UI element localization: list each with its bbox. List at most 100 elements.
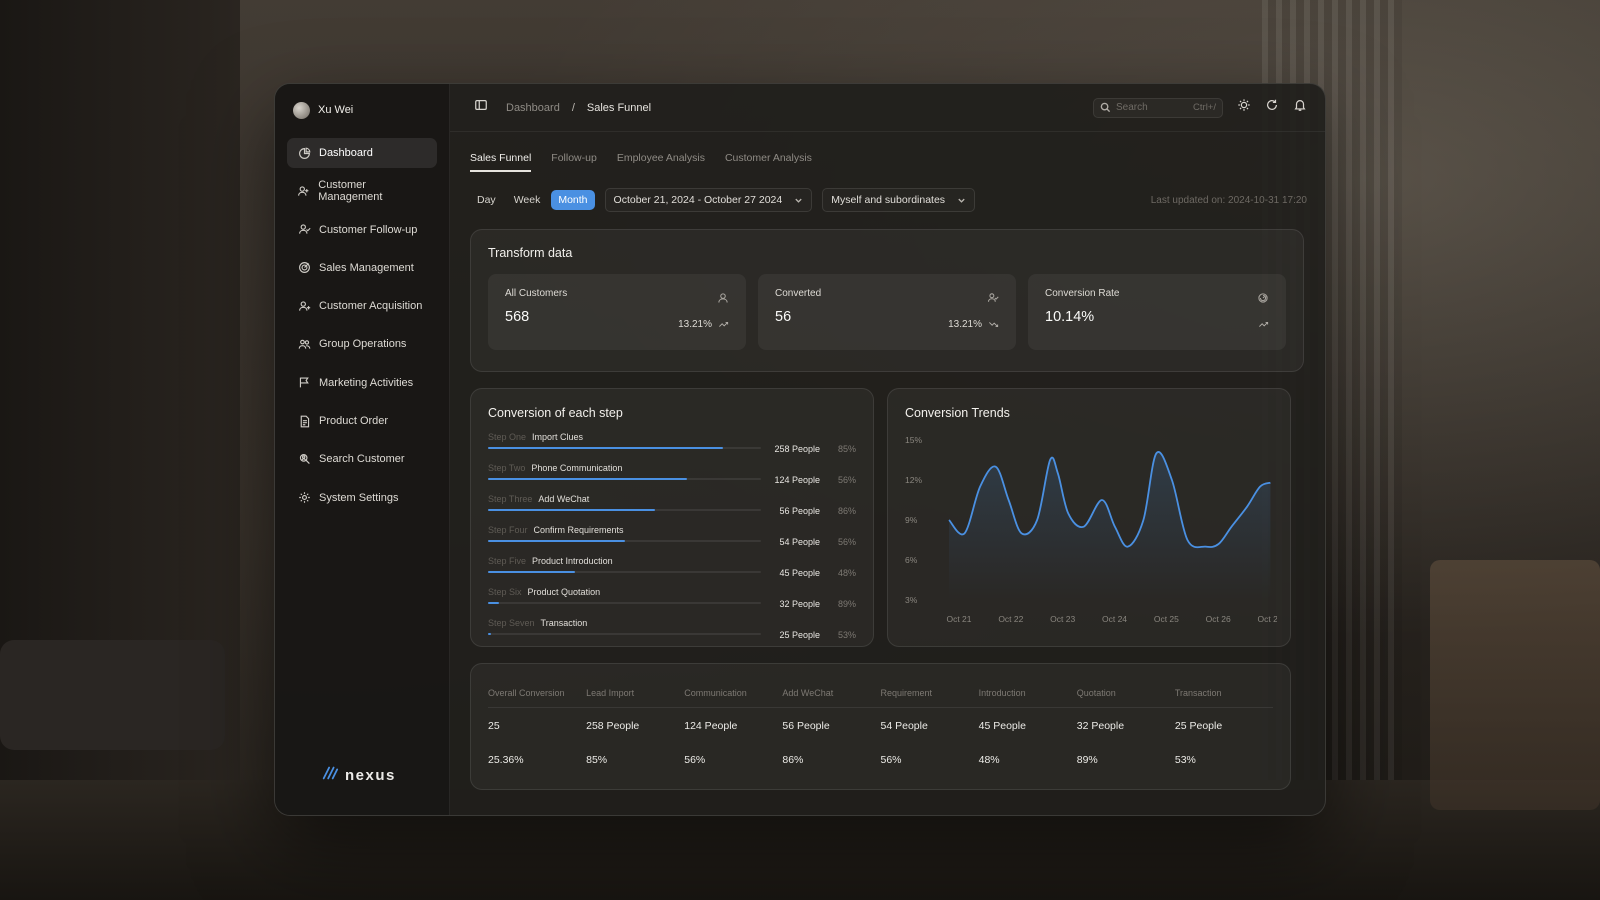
step-row: Step Seven Transaction 25 People 53% <box>488 618 856 646</box>
sidebar-item-system-settings[interactable]: System Settings <box>287 483 437 513</box>
summary-value-row: 25 258 People 124 People 56 People 54 People… <box>488 720 1273 732</box>
search-box[interactable]: Ctrl+/ <box>1093 97 1223 118</box>
step-progress-fill <box>488 602 499 604</box>
summary-percent: 53% <box>1174 754 1196 766</box>
summary-value: 124 People <box>684 720 738 732</box>
step-name: Add WeChat <box>538 494 590 504</box>
card-title: Transform data <box>488 246 573 260</box>
tab-follow-up[interactable]: Follow-up <box>551 152 597 172</box>
step-progress-track <box>488 540 761 542</box>
x-tick-label: Oct 27 <box>1258 614 1277 624</box>
step-progress-track <box>488 478 761 480</box>
summary-percent: 86% <box>782 754 804 766</box>
target-icon <box>297 261 311 275</box>
period-week-button[interactable]: Week <box>507 190 548 210</box>
step-name: Transaction <box>540 618 588 628</box>
search-input[interactable] <box>1116 102 1186 113</box>
divider <box>488 707 1273 708</box>
user-plus-icon <box>298 186 309 196</box>
transform-data-card: Transform data All Customers 568 13.21% Con… <box>470 229 1304 372</box>
sidebar-item-label: Sales Management <box>319 261 414 274</box>
step-head: Step One Import Clues <box>488 432 856 442</box>
user-check-icon <box>987 291 999 309</box>
step-count: 54 People <box>779 537 820 547</box>
tab-customer-analysis[interactable]: Customer Analysis <box>725 152 812 172</box>
date-range-picker[interactable]: October 21, 2024 - October 27 2024 <box>604 188 813 212</box>
step-percent: 48% <box>837 568 856 578</box>
step-name: Import Clues <box>532 432 584 442</box>
trend-up-icon <box>719 321 729 327</box>
card-title: Conversion of each step <box>488 406 623 420</box>
card-title: Conversion Trends <box>905 406 1010 420</box>
user-profile[interactable]: Xu Wei <box>293 98 437 122</box>
x-tick-label: Oct 26 <box>1206 614 1231 624</box>
sidebar-item-dashboard[interactable]: Dashboard <box>287 138 437 168</box>
step-head: Step Four Confirm Requirements <box>488 525 856 535</box>
sidebar-item-label: Product Order <box>319 415 389 428</box>
step-list: Step One Import Clues 258 People 85% Step Tw… <box>488 432 856 646</box>
step-head: Step Three Add WeChat <box>488 494 856 504</box>
sidebar-item-label: System Settings <box>319 491 399 504</box>
date-range-value: October 21, 2024 - October 27 2024 <box>613 194 783 206</box>
sidebar-item-label: Customer Management <box>318 179 383 204</box>
summary-value: 25 <box>488 720 500 732</box>
sidebar-item-label: Group Operations <box>319 338 407 351</box>
topbar: Dashboard / Sales Funnel Ctrl+/ <box>450 84 1325 132</box>
sidebar-item-customer-follow-up[interactable]: Customer Follow-up <box>287 215 437 245</box>
sidebar-item-search-customer[interactable]: Search Customer <box>287 444 437 474</box>
metric-card: Conversion Rate 10.14% <box>1028 274 1286 350</box>
step-progress-fill <box>488 540 625 542</box>
summary-percent: 85% <box>586 754 608 766</box>
summary-percent: 56% <box>880 754 902 766</box>
user-check-icon <box>298 224 311 234</box>
refresh-icon[interactable] <box>1265 98 1279 117</box>
sidebar-item-marketing-activities[interactable]: Marketing Activities <box>287 368 437 398</box>
step-count: 56 People <box>779 506 820 516</box>
step-row: Step Three Add WeChat 56 People 86% <box>488 494 856 522</box>
step-number: Step Six <box>488 587 522 597</box>
step-count: 258 People <box>774 444 820 454</box>
step-progress-fill <box>488 447 723 449</box>
logo: nexus <box>321 764 396 787</box>
step-count: 32 People <box>779 599 820 609</box>
series-area <box>949 451 1271 600</box>
sidebar-item-sales-management[interactable]: Sales Management <box>287 253 437 283</box>
breadcrumb-separator: / <box>571 101 575 114</box>
step-name: Product Quotation <box>527 587 601 597</box>
tab-employee-analysis[interactable]: Employee Analysis <box>617 152 705 172</box>
chevron-down-icon <box>795 198 802 203</box>
sidebar-item-product-order[interactable]: Product Order <box>287 406 437 436</box>
summary-value: 32 People <box>1076 720 1125 732</box>
chevron-down-icon <box>958 198 965 203</box>
period-month-button[interactable]: Month <box>551 190 595 210</box>
summary-percent: 48% <box>978 754 1000 766</box>
step-number: Step Five <box>488 556 527 566</box>
users-icon <box>298 339 310 349</box>
sidebar-item-customer-management[interactable]: Customer Management <box>287 176 437 206</box>
breadcrumb-dashboard[interactable]: Dashboard <box>506 102 560 114</box>
scope-select[interactable]: Myself and subordinates <box>822 188 976 212</box>
step-count: 25 People <box>779 630 820 640</box>
sidebar-item-group-operations[interactable]: Group Operations <box>287 329 437 359</box>
step-head: Step Two Phone Communication <box>488 463 856 473</box>
bell-icon[interactable] <box>1293 98 1307 117</box>
y-tick-label: 15% <box>905 435 922 445</box>
conversion-trends-card: Conversion Trends 15% 12% 9% 6% 3% Oct 21 Oct … <box>887 388 1291 647</box>
summary-value: 54 People <box>880 720 928 732</box>
summary-value: 45 People <box>978 720 1026 732</box>
sidebar-item-label: Customer Follow-up <box>319 223 418 236</box>
step-number: Step Two <box>488 463 526 473</box>
sun-icon[interactable] <box>1237 98 1251 117</box>
sidebar-toggle-icon[interactable] <box>474 98 488 117</box>
sidebar-item-customer-acquisition[interactable]: Customer Acquisition <box>287 291 437 321</box>
tab-sales-funnel[interactable]: Sales Funnel <box>470 152 532 172</box>
metric-label: Conversion Rate <box>1045 288 1120 299</box>
summary-value: 258 People <box>586 720 640 732</box>
step-progress-fill <box>488 571 576 573</box>
period-day-button[interactable]: Day <box>470 190 503 210</box>
breadcrumb: Dashboard / Sales Funnel <box>506 102 651 114</box>
last-updated: Last updated on: 2024-10-31 17:20 <box>1150 194 1307 206</box>
tabs: Sales Funnel Follow-up Employee Analysis Cu… <box>470 152 1307 172</box>
avatar <box>293 101 310 119</box>
x-tick-label: Oct 21 <box>946 614 971 624</box>
